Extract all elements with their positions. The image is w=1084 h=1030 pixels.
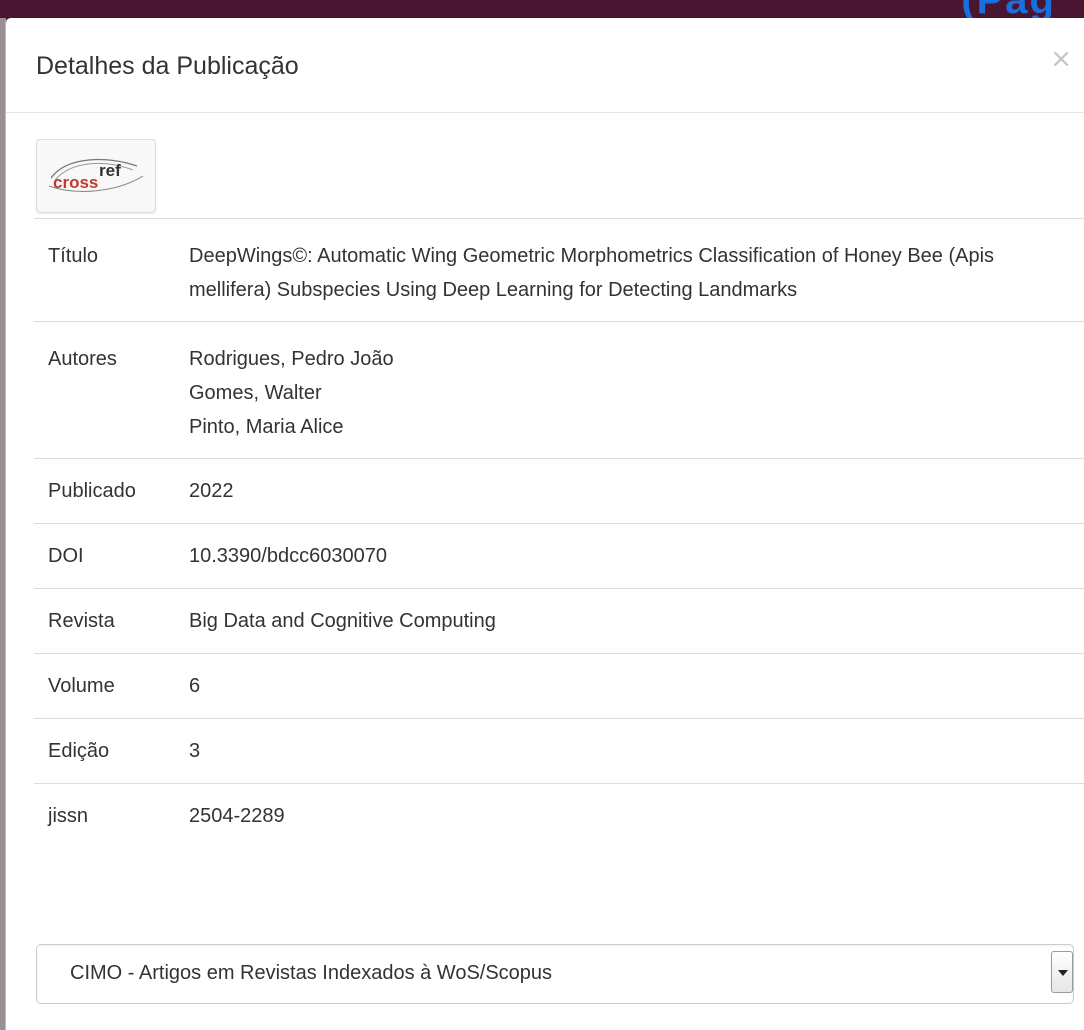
modal-title: Detalhes da Publicação [36,52,299,80]
detail-label-issue: Edição [34,718,189,784]
publication-details-modal: Detalhes da Publicação × cross ref Títul… [5,18,1084,1030]
crossref-logo-text-ref: ref [99,161,121,180]
crossref-logo-icon: cross ref [48,158,144,192]
modal-header: Detalhes da Publicação × [6,18,1084,113]
detail-label-volume: Volume [34,653,189,719]
crossref-logo-text-cross: cross [53,173,98,192]
chevron-down-icon[interactable] [1051,951,1073,993]
crossref-logo[interactable]: cross ref [36,139,156,213]
detail-label-journal: Revista [34,588,189,654]
detail-value-published: 2022 [189,458,1084,524]
detail-value-authors: Rodrigues, Pedro João Gomes, Walter Pint… [189,321,1084,459]
author-name: Rodrigues, Pedro João [189,348,394,370]
background-header: (Pág [0,0,1084,22]
author-name: Pinto, Maria Alice [189,416,344,438]
detail-label-title: Título [34,218,189,322]
detail-label-authors: Autores [34,321,189,459]
detail-row-published: Publicado 2022 [34,458,1084,524]
detail-row-doi: DOI 10.3390/bdcc6030070 [34,523,1084,589]
category-select[interactable]: CIMO - Artigos em Revistas Indexados à W… [36,944,1074,1004]
logo-row: cross ref [6,113,1084,218]
detail-label-published: Publicado [34,458,189,524]
detail-value-doi: 10.3390/bdcc6030070 [189,523,1084,589]
detail-value-volume: 6 [189,653,1084,719]
category-select-value: CIMO - Artigos em Revistas Indexados à W… [70,962,553,984]
detail-row-volume: Volume 6 [34,653,1084,719]
detail-label-jissn: jissn [34,783,189,848]
detail-value-journal: Big Data and Cognitive Computing [189,588,1084,654]
detail-row-jissn: jissn 2504-2289 [34,783,1084,848]
detail-row-journal: Revista Big Data and Cognitive Computing [34,588,1084,654]
author-name: Gomes, Walter [189,382,322,404]
close-icon[interactable]: × [1050,46,1072,72]
detail-row-title: Título DeepWings©: Automatic Wing Geomet… [34,218,1084,322]
detail-row-authors: Autores Rodrigues, Pedro João Gomes, Wal… [34,321,1084,459]
detail-label-doi: DOI [34,523,189,589]
detail-value-title: DeepWings©: Automatic Wing Geometric Mor… [189,218,1084,322]
publication-details-table: Título DeepWings©: Automatic Wing Geomet… [34,218,1084,848]
detail-value-issue: 3 [189,718,1084,784]
detail-value-jissn: 2504-2289 [189,783,1084,848]
detail-row-issue: Edição 3 [34,718,1084,784]
